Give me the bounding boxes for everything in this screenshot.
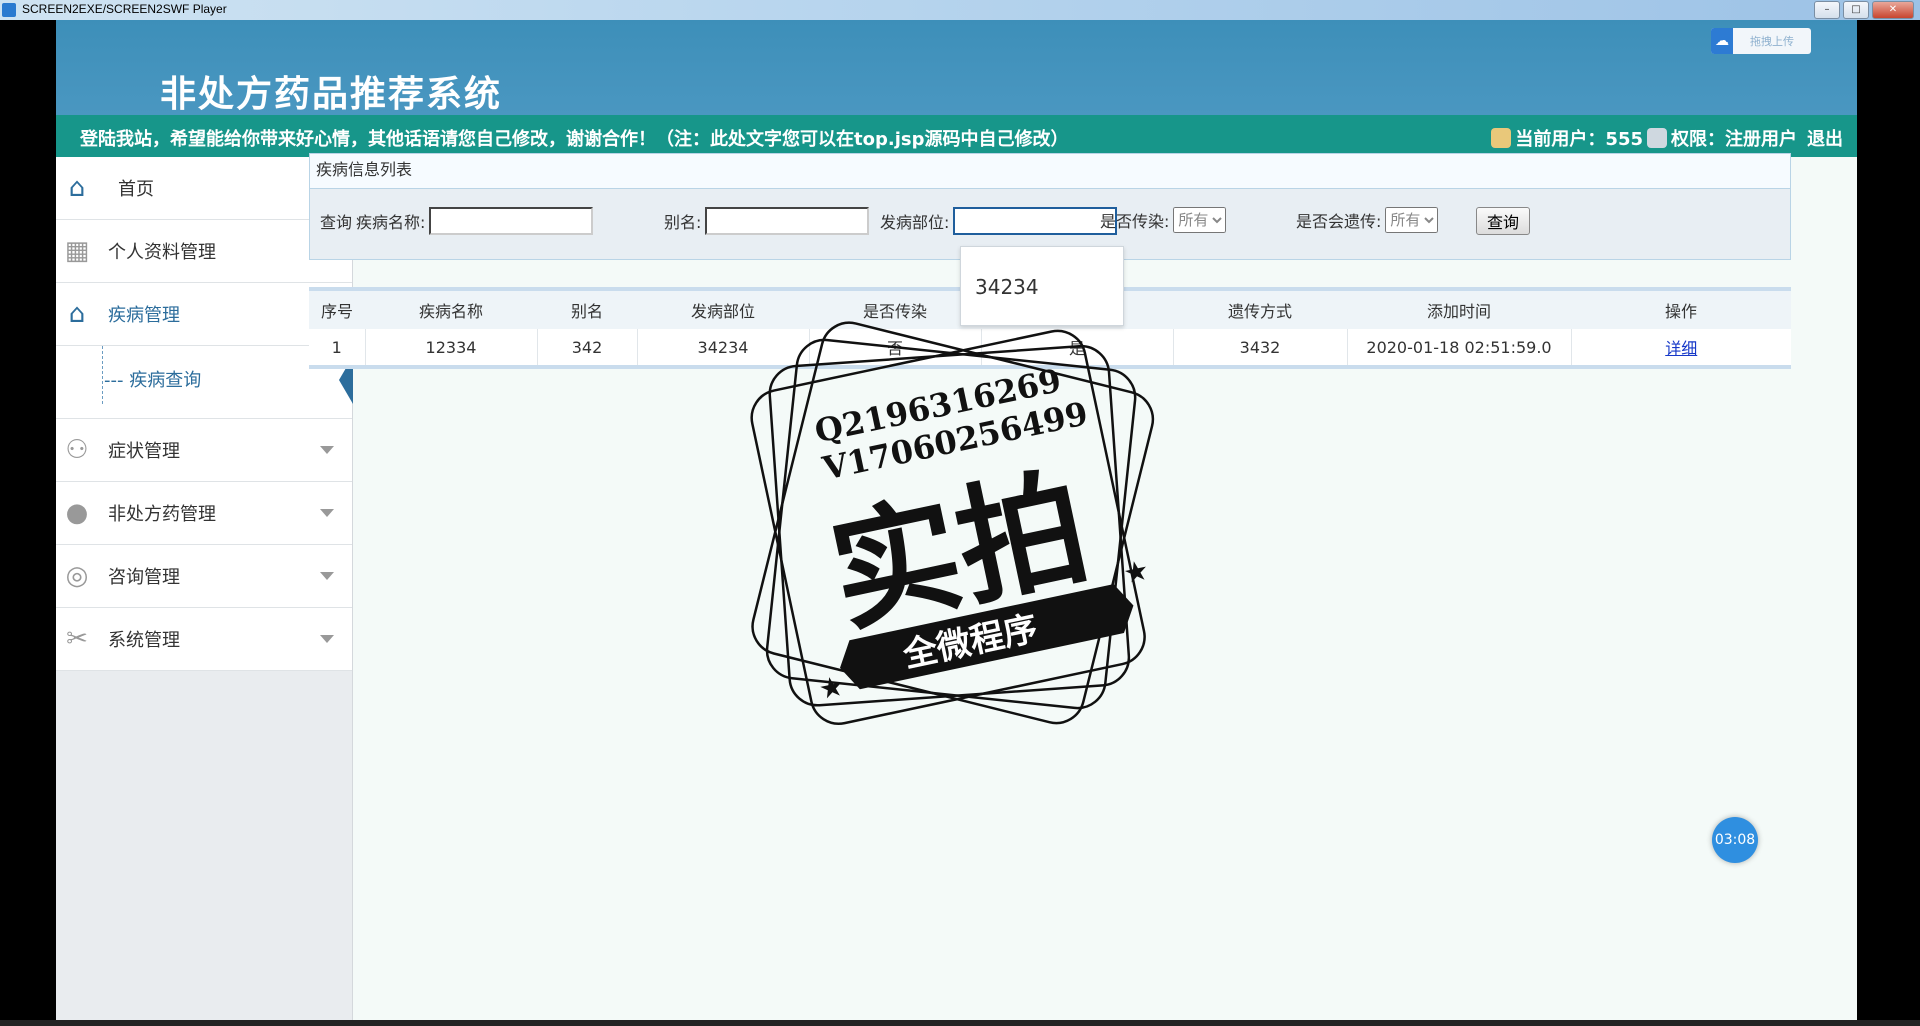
user-icon [1491,128,1512,148]
home-icon: ⌂ [68,299,86,329]
role-icon [1647,128,1667,148]
sidebar-item-profile[interactable]: ▦ 个人资料管理 [56,220,352,283]
minimize-button[interactable]: – [1814,1,1840,19]
query-label: 查询 [320,213,353,232]
site-input[interactable] [953,207,1118,235]
col-header: 操作 [1571,291,1791,329]
chevron-down-icon [320,446,334,454]
cell-action: 详细 [1570,329,1791,369]
bottom-bar [0,1020,1920,1026]
watermark-stamp: Q2196316269 V17060256499 实拍 全微程序 ★ ★ [750,321,1155,725]
col-header: 别名 [537,291,637,329]
maximize-button[interactable]: □ [1843,1,1869,19]
info-bar: 登陆我站，希望能给你带来好心情，其他话语请您自己修改，谢谢合作！（注：此处文字您… [56,115,1857,157]
sidebar-item-otc[interactable]: ● 非处方药管理 [56,482,352,545]
sidebar-item-label: 疾病管理 [108,305,180,326]
sidebar-item-label: 系统管理 [108,630,180,651]
hereditary-label: 是否会遗传: [1296,212,1382,231]
sidebar-item-consult[interactable]: ◎ 咨询管理 [56,545,352,608]
col-header: 序号 [309,291,365,329]
welcome-message: 登陆我站，希望能给你带来好心情，其他话语请您自己修改，谢谢合作！（注：此处文字您… [80,129,1069,150]
cell-alias: 342 [536,329,637,369]
user-role: 权限：注册用户 [1671,129,1797,150]
col-header: 添加时间 [1347,291,1571,329]
chevron-down-icon [320,572,334,580]
home-icon: ⌂ [68,173,86,203]
sidebar-item-label: 咨询管理 [108,567,180,588]
contagious-label: 是否传染: [1100,212,1170,231]
chevron-down-icon [320,509,334,517]
sidebar-item-system[interactable]: ✂ 系统管理 [56,608,352,671]
site-label: 发病部位: [880,213,950,232]
close-button[interactable]: ✕ [1872,1,1914,19]
system-title: 非处方药品推荐系统 [160,73,503,115]
col-header: 疾病名称 [365,291,537,329]
chevron-down-icon [320,635,334,643]
sidebar-item-label: 个人资料管理 [108,242,216,263]
sidebar-item-symptom[interactable]: ⚇ 症状管理 [56,419,352,482]
sidebar-subitem-disease-query[interactable]: --- 疾病查询 [56,346,353,419]
window-title: SCREEN2EXE/SCREEN2SWF Player [22,2,227,16]
user-info: 当前用户：555 权限：注册用户 退出 [1491,125,1843,151]
current-user: 当前用户：555 [1515,129,1643,150]
alias-label: 别名: [664,213,702,232]
cell-no: 1 [309,329,365,369]
query-button[interactable]: 查询 [1476,207,1531,235]
sidebar-item-label: 首页 [118,179,154,200]
sidebar-item-label: 非处方药管理 [108,504,216,525]
recording-timer: 03:08 [1712,817,1758,863]
upload-button[interactable]: ☁ 拖拽上传 [1711,28,1811,54]
chat-icon: ◎ [65,561,89,591]
logout-link[interactable]: 退出 [1807,125,1843,151]
cloud-icon: ☁ [1711,28,1733,54]
tools-icon: ✂ [66,624,88,654]
hereditary-select[interactable]: 所有 [1385,207,1439,233]
alias-input[interactable] [705,207,870,235]
sidebar-item-disease[interactable]: ⌂ 疾病管理 [56,283,352,346]
header: 非处方药品推荐系统 ☁ 拖拽上传 [56,20,1857,115]
star-icon: ★ [1120,553,1151,590]
app-icon [2,3,16,17]
upload-label: 拖拽上传 [1750,35,1794,48]
contagious-select[interactable]: 所有 [1173,207,1227,233]
sidebar-item-label: 症状管理 [108,441,180,462]
panel-title: 疾病信息列表 [309,153,1791,189]
cell-time: 2020-01-18 02:51:59.0 [1346,329,1571,369]
users-icon: ⚇ [65,435,89,465]
sidebar-subitem-label: --- 疾病查询 [104,370,202,391]
window-titlebar: SCREEN2EXE/SCREEN2SWF Player – □ ✕ [0,0,1920,20]
sidebar-item-home[interactable]: ⌂ 首页 [56,157,352,220]
disease-name-input[interactable] [429,207,594,235]
cell-name: 12334 [364,329,537,369]
grid-icon: ▦ [64,236,90,266]
detail-link[interactable]: 详细 [1665,339,1697,358]
star-icon: ★ [816,669,847,706]
user-icon: ● [65,498,89,528]
disease-name-label: 疾病名称: [356,213,426,232]
